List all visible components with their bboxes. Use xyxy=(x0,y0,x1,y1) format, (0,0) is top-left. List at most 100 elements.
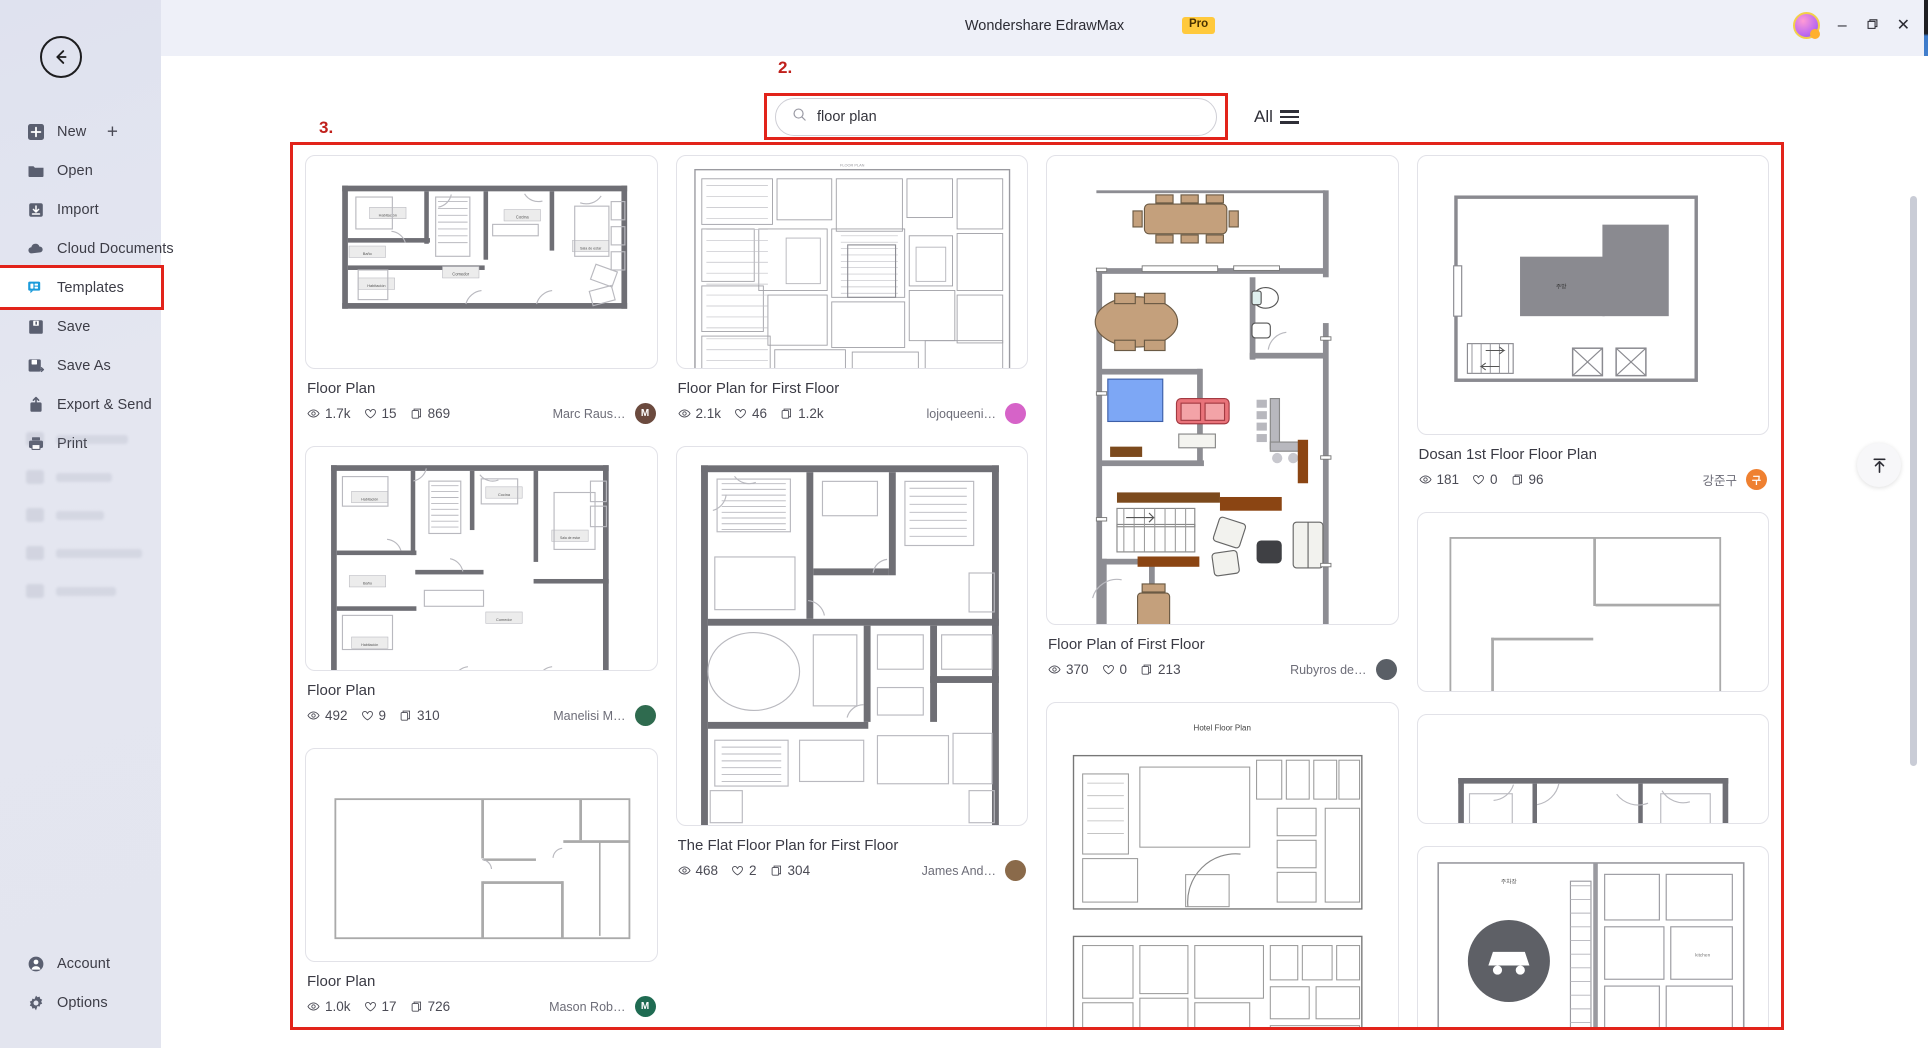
author-avatar[interactable] xyxy=(635,705,656,726)
author-name: Marc Raus… xyxy=(553,407,626,421)
template-title: Floor Plan xyxy=(307,682,656,699)
views-count: 468 xyxy=(696,863,719,878)
sidebar-item-options[interactable]: Options xyxy=(0,983,161,1022)
copies-count: 304 xyxy=(788,863,811,878)
eye-icon xyxy=(678,407,691,420)
svg-text:Baño: Baño xyxy=(363,251,372,256)
template-author[interactable]: Marc Raus… M xyxy=(553,403,656,424)
sidebar-item-save[interactable]: Save xyxy=(0,307,161,346)
sidebar-label-cloud-documents: Cloud Documents xyxy=(57,241,174,257)
back-to-top-button[interactable] xyxy=(1857,443,1901,487)
heart-icon xyxy=(364,407,377,420)
heart-icon xyxy=(734,407,747,420)
views-count: 1.0k xyxy=(325,999,351,1014)
ghost-item xyxy=(0,572,161,610)
copy-icon xyxy=(1140,663,1153,676)
svg-text:Baño: Baño xyxy=(363,582,372,586)
close-button[interactable]: ✕ xyxy=(1897,18,1910,34)
template-title: Floor Plan xyxy=(307,973,656,990)
sidebar-item-import[interactable]: Import xyxy=(0,190,161,229)
template-author[interactable]: 강준구 구 xyxy=(1702,469,1767,490)
sidebar-label-account: Account xyxy=(57,956,110,972)
user-avatar[interactable] xyxy=(1793,12,1820,39)
template-author[interactable]: Manelisi M… xyxy=(553,705,655,726)
template-author[interactable]: James And… xyxy=(922,860,1026,881)
copies-stat: 96 xyxy=(1511,472,1544,487)
copies-count: 869 xyxy=(428,406,451,421)
back-button[interactable] xyxy=(40,36,82,78)
all-filter-label: All xyxy=(1254,107,1273,127)
template-author[interactable]: lojoqueeni… xyxy=(927,403,1027,424)
sidebar-label-save: Save xyxy=(57,319,90,335)
likes-count: 46 xyxy=(752,406,767,421)
author-avatar[interactable]: 구 xyxy=(1746,469,1767,490)
all-filter-button[interactable]: All xyxy=(1254,107,1299,127)
template-thumbnail[interactable] xyxy=(1417,512,1770,692)
copies-count: 726 xyxy=(428,999,451,1014)
author-avatar[interactable] xyxy=(1005,860,1026,881)
author-avatar[interactable] xyxy=(1005,403,1026,424)
template-thumbnail[interactable] xyxy=(1417,714,1770,824)
template-thumbnail[interactable] xyxy=(305,748,658,962)
save-disk-icon xyxy=(26,317,45,336)
template-card[interactable] xyxy=(1417,714,1770,824)
template-thumbnail[interactable]: FLOOR PLAN xyxy=(676,155,1029,369)
template-thumbnail[interactable]: HabitaciónHabitaciónBañoCocinaComedorSal… xyxy=(305,155,658,369)
template-card[interactable]: 주차장kitchen xyxy=(1417,846,1770,1030)
template-card[interactable]: The Flat Floor Plan for First Floor 468 … xyxy=(676,446,1029,881)
template-author[interactable]: Rubyros de… xyxy=(1290,659,1396,680)
template-meta: 1.7k 15 869 Marc Raus… M xyxy=(307,403,656,424)
author-avatar[interactable]: M xyxy=(635,996,656,1017)
vertical-scrollbar[interactable] xyxy=(1910,196,1917,766)
sidebar-item-cloud-documents[interactable]: Cloud Documents xyxy=(0,229,161,268)
template-card[interactable]: HabitaciónHabitaciónBañoCocinaComedorSal… xyxy=(305,155,658,424)
edrawmax-window: Wondershare EdrawMax Pro – ✕ ? ▾ ▾ ▾ xyxy=(0,0,1928,1048)
sidebar-item-account[interactable]: Account xyxy=(0,944,161,983)
eye-icon xyxy=(678,864,691,877)
restore-button[interactable] xyxy=(1865,17,1879,35)
template-card[interactable]: Floor Plan of First Floor 370 0 213 Ruby… xyxy=(1046,155,1399,680)
template-card[interactable]: 주방Dosan 1st Floor Floor Plan 181 0 96 강준… xyxy=(1417,155,1770,490)
sidebar-item-new[interactable]: New + xyxy=(0,112,161,151)
template-author[interactable]: Mason Rob… M xyxy=(549,996,655,1017)
author-name: Rubyros de… xyxy=(1290,663,1366,677)
search-field[interactable] xyxy=(775,98,1217,136)
template-card[interactable]: HabitaciónBañoHabitaciónCocinaComedorSal… xyxy=(305,446,658,726)
template-title: Dosan 1st Floor Floor Plan xyxy=(1419,446,1768,463)
template-card[interactable]: Floor Plan 1.0k 17 726 Mason Rob… M xyxy=(305,748,658,1017)
template-thumbnail[interactable] xyxy=(1046,155,1399,625)
template-thumbnail[interactable] xyxy=(676,446,1029,826)
template-thumbnail[interactable]: 주방 xyxy=(1417,155,1770,435)
search-bar-highlight xyxy=(764,93,1228,140)
author-avatar[interactable] xyxy=(1376,659,1397,680)
template-thumbnail[interactable]: HabitaciónBañoHabitaciónCocinaComedorSal… xyxy=(305,446,658,671)
svg-text:Sala de estar: Sala de estar xyxy=(560,536,581,540)
template-thumbnail[interactable]: Hotel Floor Plan xyxy=(1046,702,1399,1030)
template-card[interactable]: Hotel Floor Plan2-Floor Hotel Floor Plan… xyxy=(1046,702,1399,1030)
sidebar-item-save-as[interactable]: Save As xyxy=(0,346,161,385)
copy-icon xyxy=(770,864,783,877)
sidebar-item-export-and-send[interactable]: Export & Send xyxy=(0,385,161,424)
views-stat: 492 xyxy=(307,708,348,723)
new-add-button[interactable]: + xyxy=(107,122,118,141)
template-card[interactable]: FLOOR PLANFloor Plan for First Floor 2.1… xyxy=(676,155,1029,424)
author-avatar[interactable]: M xyxy=(635,403,656,424)
views-count: 1.7k xyxy=(325,406,351,421)
minimize-button[interactable]: – xyxy=(1838,18,1847,34)
search-input[interactable] xyxy=(817,109,1200,125)
heart-icon xyxy=(364,1000,377,1013)
template-thumbnail[interactable]: 주차장kitchen xyxy=(1417,846,1770,1030)
template-card[interactable] xyxy=(1417,512,1770,692)
copies-count: 96 xyxy=(1529,472,1544,487)
svg-text:주방: 주방 xyxy=(1555,283,1566,291)
sidebar-item-templates[interactable]: Templates xyxy=(0,268,161,307)
views-count: 2.1k xyxy=(696,406,722,421)
likes-stat: 46 xyxy=(734,406,767,421)
copy-icon xyxy=(410,1000,423,1013)
export-upload-icon xyxy=(26,395,45,414)
window-controls: – ✕ xyxy=(1793,12,1910,39)
likes-count: 0 xyxy=(1490,472,1498,487)
eye-icon xyxy=(1419,473,1432,486)
eye-icon xyxy=(307,407,320,420)
sidebar-item-open[interactable]: Open xyxy=(0,151,161,190)
